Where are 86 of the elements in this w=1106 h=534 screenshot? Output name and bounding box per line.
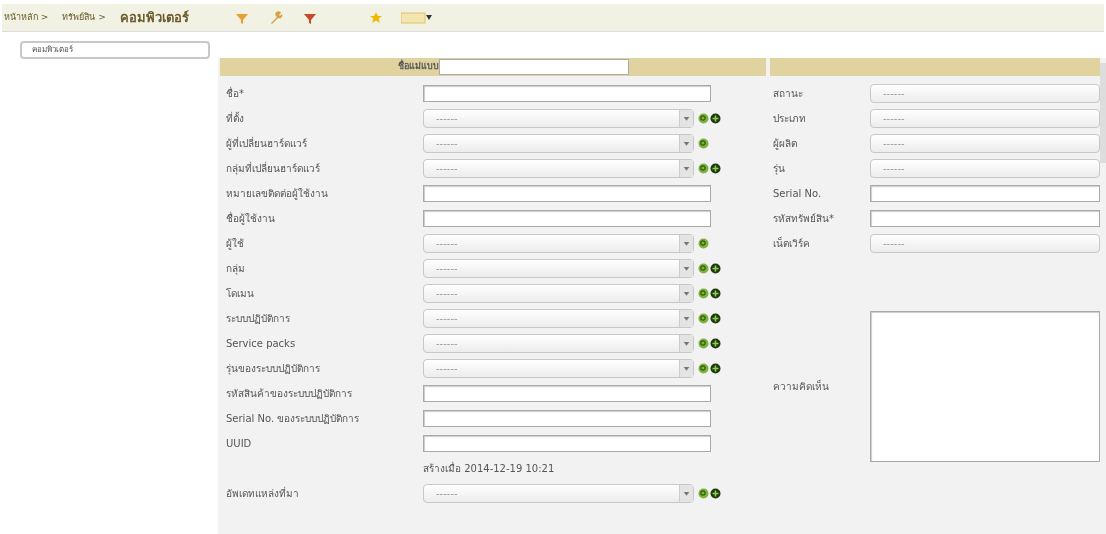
field-label: Serial No.: [773, 187, 823, 201]
dropdown[interactable]: ------: [870, 134, 1100, 153]
search-icon[interactable]: [698, 238, 709, 249]
field-label: ผู้ผลิต: [773, 137, 798, 151]
dropdown[interactable]: ------: [423, 334, 694, 353]
field-label: Service packs: [226, 337, 297, 351]
star-icon[interactable]: [368, 10, 383, 25]
dropdown[interactable]: ------: [870, 159, 1100, 178]
caret-icon: [679, 235, 693, 252]
field-label: ชื่อ*: [226, 86, 245, 101]
field-label: อัพเดทแหล่งที่มา: [226, 486, 300, 501]
field-label: ผู้ที่เปลี่ยนฮาร์ดแวร์: [226, 136, 308, 151]
comment-field[interactable]: [870, 311, 1100, 462]
search-icon[interactable]: [698, 338, 709, 349]
breadcrumb-link[interactable]: ทรัพย์สิน >: [62, 10, 106, 25]
field-label: รหัสสินค้าของระบบปฏิบัติการ: [226, 387, 353, 401]
input-field[interactable]: [423, 210, 711, 227]
caret-icon: [679, 135, 693, 152]
field-label: ความคิดเห็น: [773, 379, 830, 394]
dropdown[interactable]: ------: [423, 284, 694, 303]
dropdown[interactable]: ------: [423, 259, 694, 278]
caret-icon: [679, 160, 693, 177]
field-label: เน็ตเวิร์ค: [773, 236, 811, 251]
search-icon[interactable]: [698, 288, 709, 299]
template-label: ชื่อแม่แบบ: [398, 60, 439, 74]
field-label: กลุ่ม: [226, 262, 246, 276]
add-icon[interactable]: [710, 288, 721, 299]
field-label: โดเมน: [226, 287, 255, 301]
add-icon[interactable]: [710, 163, 721, 174]
caret-icon: [679, 260, 693, 277]
scrollbar[interactable]: [1100, 63, 1106, 163]
add-icon[interactable]: [710, 488, 721, 499]
sidebar-tab[interactable]: คอมพิวเตอร์: [20, 41, 210, 59]
grid-dropdown-icon[interactable]: [400, 11, 433, 24]
input-field[interactable]: [423, 85, 711, 102]
add-icon[interactable]: [710, 263, 721, 274]
dropdown[interactable]: ------: [870, 234, 1100, 253]
field-label: ผู้ใช้: [226, 237, 245, 251]
caret-icon: [679, 285, 693, 302]
field-label: ระบบปฏิบัติการ: [226, 312, 291, 326]
search-icon[interactable]: [698, 263, 709, 274]
field-label: ที่ตั้ง: [226, 111, 245, 126]
dropdown[interactable]: ------: [423, 159, 694, 178]
search-icon[interactable]: [698, 113, 709, 124]
add-icon[interactable]: [710, 313, 721, 324]
input-field[interactable]: [870, 210, 1100, 227]
field-label: รหัสทรัพย์สิน*: [773, 212, 835, 226]
field-label: กลุ่มที่เปลี่ยนฮาร์ดแวร์: [226, 161, 321, 176]
search-icon[interactable]: [698, 488, 709, 499]
dropdown[interactable]: ------: [423, 134, 694, 153]
dropdown[interactable]: ------: [423, 109, 694, 128]
caret-icon: [679, 310, 693, 327]
search-icon[interactable]: [698, 138, 709, 149]
field-label: สถานะ: [773, 87, 804, 101]
dropdown[interactable]: ------: [423, 309, 694, 328]
input-field[interactable]: [870, 185, 1100, 202]
dropdown[interactable]: ------: [870, 84, 1100, 103]
field-label: หมายเลขติดต่อผู้ใช้งาน: [226, 187, 329, 201]
field-label: รุ่น: [773, 162, 786, 176]
caret-icon: [679, 360, 693, 377]
dropdown[interactable]: ------: [423, 234, 694, 253]
field-label: Serial No. ของระบบปฏิบัติการ: [226, 412, 361, 426]
caret-icon: [679, 335, 693, 352]
search-icon[interactable]: [698, 163, 709, 174]
breadcrumb-link[interactable]: หน้าหลัก >: [4, 10, 49, 25]
search-icon[interactable]: [698, 313, 709, 324]
dropdown[interactable]: ------: [423, 359, 694, 378]
add-icon[interactable]: [710, 363, 721, 374]
caret-icon: [679, 110, 693, 127]
search-icon[interactable]: [698, 363, 709, 374]
caret-icon: [679, 485, 693, 502]
add-icon[interactable]: [710, 113, 721, 124]
page-title: คอมพิวเตอร์: [119, 8, 189, 27]
input-field[interactable]: [423, 435, 711, 452]
input-field[interactable]: [423, 385, 711, 402]
add-icon[interactable]: [710, 338, 721, 349]
template-name-field[interactable]: [439, 59, 629, 75]
field-label: รุ่นของระบบปฏิบัติการ: [226, 362, 321, 376]
creation-date: สร้างเมื่อ 2014-12-19 10:21: [423, 461, 555, 476]
dropdown[interactable]: ------: [870, 109, 1100, 128]
dropdown[interactable]: ------: [423, 484, 694, 503]
input-field[interactable]: [423, 410, 711, 427]
input-field[interactable]: [423, 185, 711, 202]
field-label: UUID: [226, 437, 253, 451]
field-label: ชื่อผู้ใช้งาน: [226, 211, 276, 226]
field-label: ประเภท: [773, 112, 807, 126]
